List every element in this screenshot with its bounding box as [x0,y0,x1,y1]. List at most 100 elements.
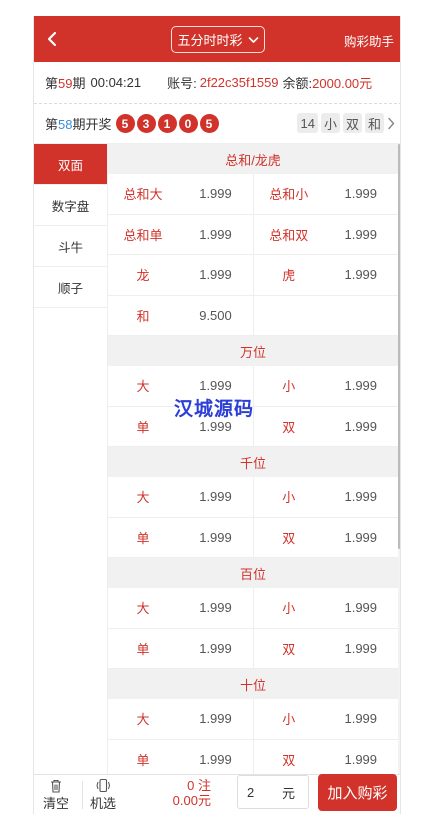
draw-ball: 5 [115,114,135,133]
bet-option[interactable]: 和 9.500 [108,296,253,336]
bet-option[interactable]: 总和小 1.999 [253,174,398,214]
scrollbar-thumb[interactable] [398,144,400,549]
bet-option[interactable]: 总和单 1.999 [108,215,253,255]
section-title: 十位 [108,669,398,699]
bet-odds: 1.999 [199,186,232,202]
bet-name: 小 [282,712,296,728]
bet-row: 大 1.999 小 1.999 [108,588,398,629]
watermark-text: 汉城源码 [174,399,255,420]
amount-field: 元 [237,775,309,809]
bet-row: 单 1.999 双 1.999 [108,517,398,558]
size-tag: 小 [320,113,340,133]
bet-odds: 1.999 [344,600,378,616]
bet-name: 双 [282,530,296,546]
amount-input[interactable] [238,777,282,807]
bet-option[interactable]: 双 1.999 [253,739,398,774]
bet-option[interactable]: 双 1.999 [253,628,398,668]
bet-odds: 1.999 [199,711,232,727]
parity-tag: 双 [342,113,362,133]
bet-odds: 1.999 [344,418,378,434]
game-name: 五分时时彩 [177,33,243,48]
current-period: 第59期 [45,76,86,91]
countdown-timer: 00:04:21 [90,75,142,90]
bet-row: 总和大 1.999 总和小 1.999 [108,174,398,215]
bet-odds: 1.999 [344,267,378,283]
bet-option[interactable]: 单 1.999 [108,629,253,669]
bet-options-panel: 总和/龙虎 总和大 1.999 总和小 1.999 总和单 1.999 总和双 1.99… [108,144,398,774]
top-bar: 五分时时彩 购彩助手 [34,16,400,62]
bet-option[interactable]: 龙 1.999 [108,255,253,295]
bet-option[interactable]: 小 1.999 [253,366,398,406]
dragon-tiger-tag: 和 [364,113,384,133]
bet-row: 单 1.999 双 1.999 [108,739,398,775]
bet-option[interactable]: 小 1.999 [253,588,398,628]
bet-odds: 1.999 [344,529,378,545]
bet-row: 大 1.999 小 1.999 [108,477,398,518]
bet-count: 0 [187,778,195,793]
section-title: 百位 [108,558,398,588]
bet-odds: 1.999 [199,418,232,434]
back-button[interactable] [40,27,64,51]
menu-item-digit-board[interactable]: 数字盘 [34,185,107,226]
bet-name: 总和单 [123,227,163,243]
last-draw-label: 第58期开奖 [45,117,112,132]
bet-odds: 1.999 [199,600,232,616]
bet-row: 总和单 1.999 总和双 1.999 [108,214,398,255]
bet-row: 大 1.999 小 1.999 [108,699,398,740]
trash-icon [50,778,62,793]
draw-ball: 5 [199,114,219,133]
bet-row: 和 9.500 [108,295,398,336]
chevron-left-icon [47,31,57,47]
bet-option[interactable]: 双 1.999 [253,517,398,557]
content-scrollbar[interactable] [398,144,400,774]
bet-option[interactable]: 总和双 1.999 [253,214,398,254]
add-to-cart-button[interactable]: 加入购彩 [318,774,397,811]
bet-odds: 1.999 [199,489,232,505]
bet-name: 和 [136,308,150,324]
bet-option[interactable]: 单 1.999 [108,518,253,558]
random-pick-button[interactable]: 机选 [90,778,116,812]
last-draw-bar: 第58期开奖 5 3 1 0 5 14 小 双 和 [34,104,400,144]
bet-name: 单 [136,641,150,657]
draw-balls: 5 3 1 0 5 [115,114,221,133]
bet-option[interactable]: 单 1.999 [108,740,253,775]
bet-option[interactable]: 双 1.999 [253,406,398,446]
chevron-right-icon[interactable] [387,117,395,130]
bet-option[interactable]: 小 1.999 [253,699,398,739]
bet-row: 龙 1.999 虎 1.999 [108,255,398,296]
section-title: 千位 [108,447,398,477]
bet-option[interactable]: 大 1.999 [108,588,253,628]
bet-odds: 1.999 [199,226,232,242]
bet-odds: 1.999 [344,378,378,394]
bet-odds: 1.999 [199,267,232,283]
menu-item-bull-fight[interactable]: 斗牛 [34,226,107,267]
purchase-helper-link[interactable]: 购彩助手 [344,31,394,50]
bet-option[interactable]: 大 1.999 [108,699,253,739]
draw-ball: 3 [136,114,156,133]
bet-option[interactable]: 总和大 1.999 [108,174,253,214]
bet-total-line: 0.00元 [157,793,211,808]
bet-odds: 1.999 [199,640,232,656]
bet-odds: 1.999 [199,529,232,545]
clear-button[interactable]: 清空 [43,778,69,812]
bet-odds: 1.999 [344,640,378,656]
bet-odds: 1.999 [199,751,232,767]
bet-option[interactable]: 小 1.999 [253,477,398,517]
bet-count-unit: 注 [197,778,211,793]
bet-name: 总和大 [123,187,163,203]
bet-name: 双 [282,752,296,768]
balance-label: 余额: [282,76,313,91]
menu-item-two-sided[interactable]: 双面 [34,144,107,185]
game-selector[interactable]: 五分时时彩 [171,26,265,53]
section-title: 总和/龙虎 [108,144,398,174]
bet-odds: 9.500 [199,307,232,323]
bet-option[interactable]: 大 1.999 [108,477,253,517]
bet-name: 单 [136,419,150,435]
bet-name: 总和双 [269,227,309,243]
menu-item-straight[interactable]: 顺子 [34,267,107,308]
random-pick-label: 机选 [90,796,117,811]
draw-summary-tags: 14 小 双 和 [294,113,395,133]
chevron-down-icon [248,36,259,44]
bet-option[interactable]: 虎 1.999 [253,255,398,295]
bet-odds: 1.999 [344,186,378,202]
